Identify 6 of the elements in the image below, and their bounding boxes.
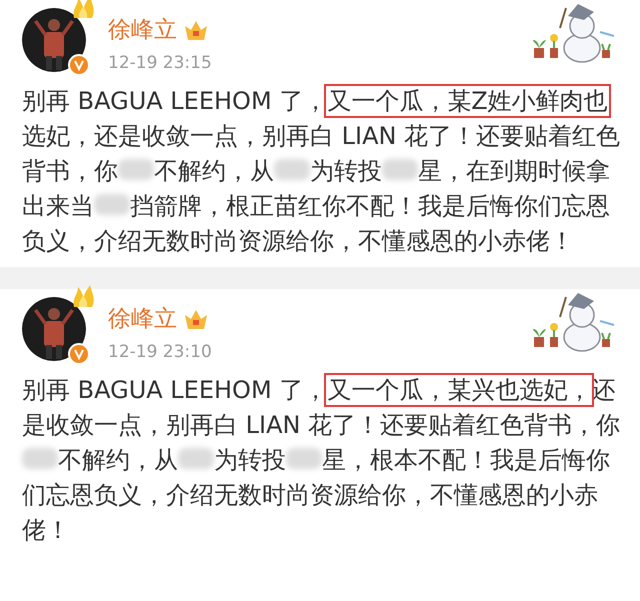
post-time: 12-19 23:15	[108, 53, 212, 73]
author-name[interactable]: 徐峰立	[108, 303, 177, 334]
post-text: 别再 BAGUA LEEHOM 了，又一个瓜，某Z姓小鲜肉也 选妃，还是收敛一点，别再白 LIAN 花了！还要贴着红色背书，你 不解约，从 为转投 星，在到期时候拿出来当 挡箭牌，根正苗红你不配！我是后悔你们忘恩负义，介绍无数时尚资源给你，不懂感恩的小赤佬！	[22, 84, 622, 259]
post-time: 12-19 23:10	[108, 342, 212, 362]
post-text: 别再 BAGUA LEEHOM 了，又一个瓜，某兴也选妃，还是收敛一点，别再白 LIAN 花了！还要贴着红色背书，你 不解约，从 为转投 星，根本不配！我是后悔你们忘恩负义，介绍无数时尚资源给你，不懂感恩的小赤佬！	[22, 373, 622, 548]
author-name[interactable]: 徐峰立	[108, 14, 177, 45]
